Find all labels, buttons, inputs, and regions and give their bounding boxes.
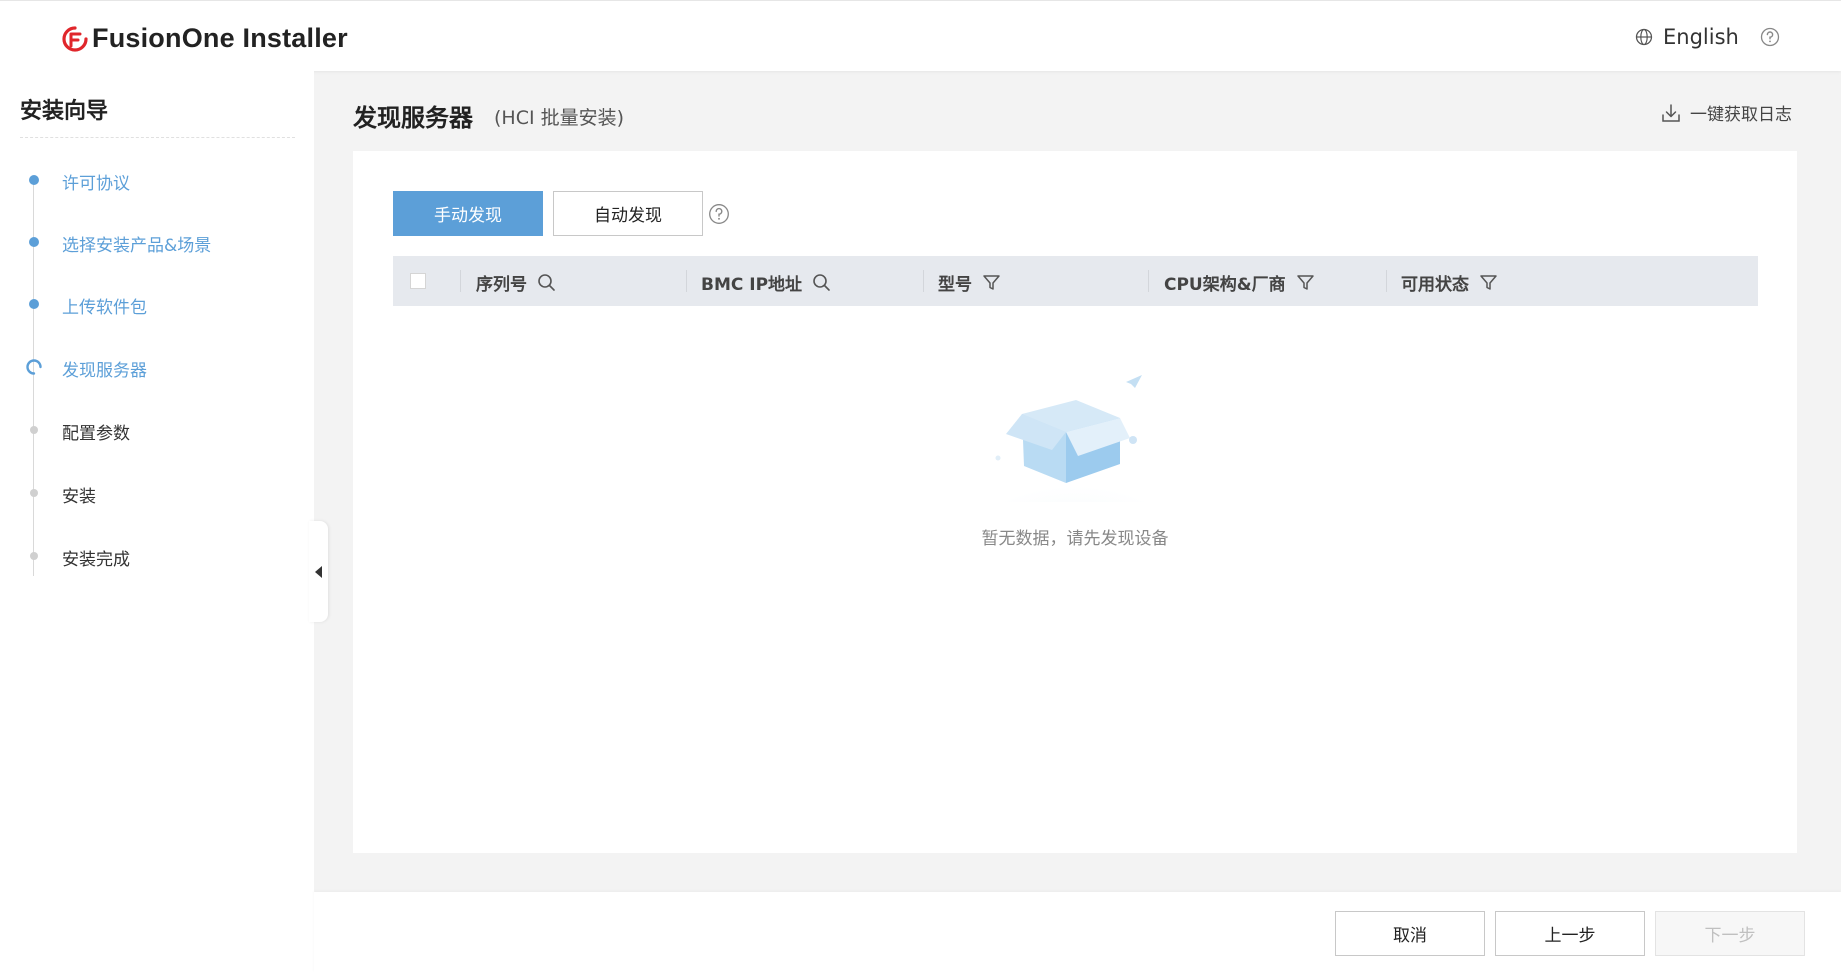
column-label: 序列号 [476, 275, 527, 295]
app-title: FusionOne Installer [92, 23, 348, 53]
language-label: English [1663, 25, 1739, 49]
help-icon[interactable] [708, 203, 730, 225]
get-logs-label: 一键获取日志 [1690, 105, 1792, 125]
step-pending-dot-icon [30, 552, 38, 560]
get-logs-button[interactable]: 一键获取日志 [1660, 100, 1792, 125]
column-serial-number: 序列号 [476, 270, 556, 295]
language-switcher[interactable]: English [1635, 25, 1739, 49]
sidebar-collapse-handle[interactable] [309, 521, 328, 622]
column-separator [1386, 270, 1387, 292]
empty-box-icon [970, 375, 1180, 502]
select-all-checkbox[interactable] [410, 273, 426, 289]
column-label: 可用状态 [1401, 275, 1469, 295]
column-separator [923, 270, 924, 292]
sidebar-title: 安装向导 [20, 99, 109, 124]
filter-icon[interactable] [982, 273, 1001, 292]
column-model: 型号 [938, 270, 1001, 295]
wizard-sidebar: 安装向导 许可协议 选择安装产品&场景 上传软件包 发现服务器 配置参数 安装 … [0, 71, 314, 972]
fusion-logo-icon [62, 25, 88, 52]
step-label: 上传软件包 [62, 298, 147, 318]
column-separator [1148, 270, 1149, 292]
manual-discovery-tab[interactable]: 手动发现 [393, 191, 543, 236]
top-bar: FusionOne Installer English [0, 0, 1841, 71]
step-done-dot-icon [29, 299, 39, 309]
search-icon[interactable] [812, 273, 831, 292]
help-icon[interactable] [1760, 27, 1780, 47]
next-step-button[interactable]: 下一步 [1655, 911, 1805, 956]
loading-spinner-icon [26, 359, 42, 375]
step-label: 发现服务器 [62, 361, 147, 381]
step-done-dot-icon [29, 237, 39, 247]
step-pending-dot-icon [30, 426, 38, 434]
column-label: 型号 [938, 275, 972, 295]
previous-step-button[interactable]: 上一步 [1495, 911, 1645, 956]
empty-state-text: 暂无数据，请先发现设备 [981, 529, 1169, 549]
column-label: CPU架构&厂商 [1164, 275, 1286, 295]
globe-icon [1635, 28, 1653, 46]
sidebar-divider [20, 137, 295, 138]
table-header: 序列号 BMC IP地址 型号 CPU架构&厂商 可用状态 [393, 256, 1758, 306]
column-cpu-arch-vendor: CPU架构&厂商 [1164, 270, 1315, 295]
step-label: 配置参数 [62, 424, 130, 444]
auto-discovery-tab[interactable]: 自动发现 [553, 191, 703, 236]
download-icon [1662, 103, 1680, 122]
app-logo: FusionOne Installer [62, 23, 348, 54]
step-pending-dot-icon [30, 489, 38, 497]
step-done-dot-icon [29, 175, 39, 185]
column-bmc-ip: BMC IP地址 [701, 270, 831, 295]
column-availability-status: 可用状态 [1401, 270, 1498, 295]
step-label: 安装 [62, 487, 96, 507]
step-label: 安装完成 [62, 550, 130, 570]
filter-icon[interactable] [1479, 273, 1498, 292]
column-separator [460, 270, 461, 292]
caret-left-icon [315, 565, 322, 578]
column-label: BMC IP地址 [701, 275, 803, 295]
page-title: 发现服务器 [353, 104, 473, 132]
filter-icon[interactable] [1296, 273, 1315, 292]
column-separator [686, 270, 687, 292]
step-label: 许可协议 [62, 174, 130, 194]
search-icon[interactable] [537, 273, 556, 292]
cancel-button[interactable]: 取消 [1335, 911, 1485, 956]
step-label: 选择安装产品&场景 [62, 236, 212, 256]
page-subtitle: (HCI 批量安装) [494, 107, 625, 129]
